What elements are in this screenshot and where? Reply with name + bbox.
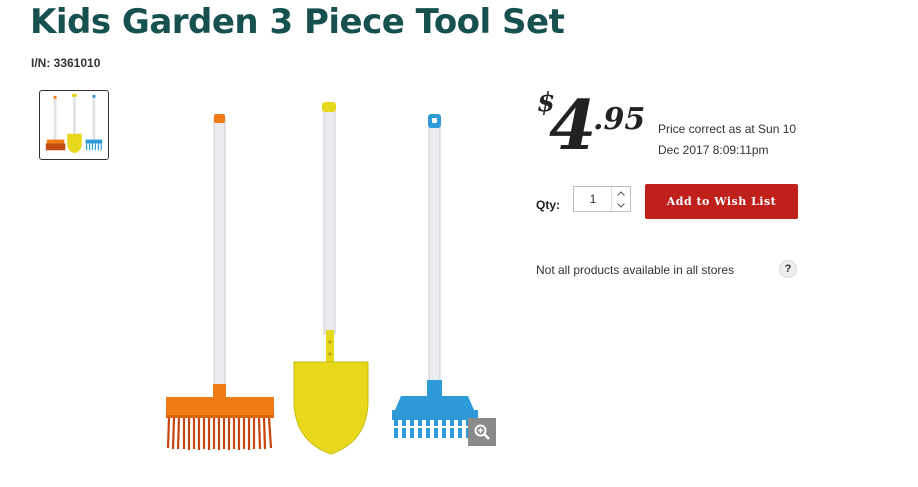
qty-spinner [611,187,630,211]
product-title: Kids Garden 3 Piece Tool Set [30,2,565,42]
qty-input[interactable] [574,187,612,211]
price-cents: .95 [593,102,646,137]
rake-image [392,114,478,438]
qty-label: Qty: [536,198,560,212]
help-icon[interactable]: ? [779,260,797,278]
zoom-in-button[interactable] [468,418,496,446]
price-display: $ 4 .95 [535,88,655,168]
product-thumbnail[interactable] [39,90,109,160]
price-note: Price correct as at Sun 10 Dec 2017 8:09… [658,122,797,157]
quantity-stepper [573,186,631,212]
thumbnail-image [45,93,103,154]
zoom-in-icon [474,424,490,440]
chevron-down-icon [617,202,625,208]
shovel-image [293,102,369,455]
qty-increment-button[interactable] [612,187,630,199]
chevron-up-icon [617,190,625,196]
main-product-image[interactable] [150,92,500,462]
item-number: I/N: 3361010 [31,56,101,70]
add-to-wish-list-button[interactable]: Add to Wish List [645,184,798,219]
price-dollars: 4 [549,86,597,166]
qty-decrement-button[interactable] [612,199,630,211]
broom-image [166,114,274,450]
availability-note: Not all products available in all stores [536,263,735,277]
